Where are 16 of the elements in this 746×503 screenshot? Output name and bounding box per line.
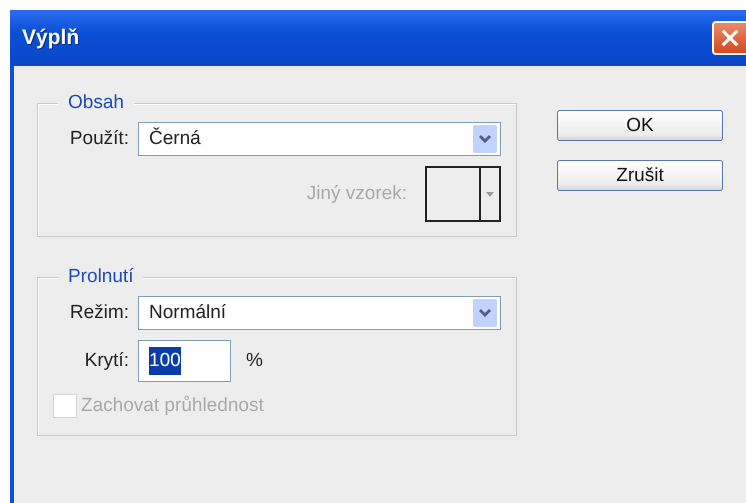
- field-label: Krytí:: [84, 348, 129, 373]
- dialog-button[interactable]: Zrušit: [557, 160, 723, 191]
- dropdown-field[interactable]: Normální: [138, 296, 501, 330]
- dropdown-field[interactable]: Černá: [138, 122, 501, 156]
- color-swatch[interactable]: [425, 166, 501, 222]
- dropdown-arrow-icon: [486, 192, 494, 196]
- unit-label: %: [246, 348, 263, 373]
- opacity-input-field[interactable]: 100: [138, 340, 231, 382]
- checkbox-label: Zachovat průhlednost: [81, 394, 264, 418]
- field-label: Režim:: [68, 300, 129, 325]
- close-button[interactable]: [712, 21, 746, 55]
- dialog-button[interactable]: OK: [557, 110, 723, 141]
- field-label: Použít:: [68, 126, 129, 151]
- field-label: Jiný vzorek:: [306, 182, 407, 206]
- close-icon: [720, 27, 740, 49]
- window-title: Výplň: [22, 25, 80, 52]
